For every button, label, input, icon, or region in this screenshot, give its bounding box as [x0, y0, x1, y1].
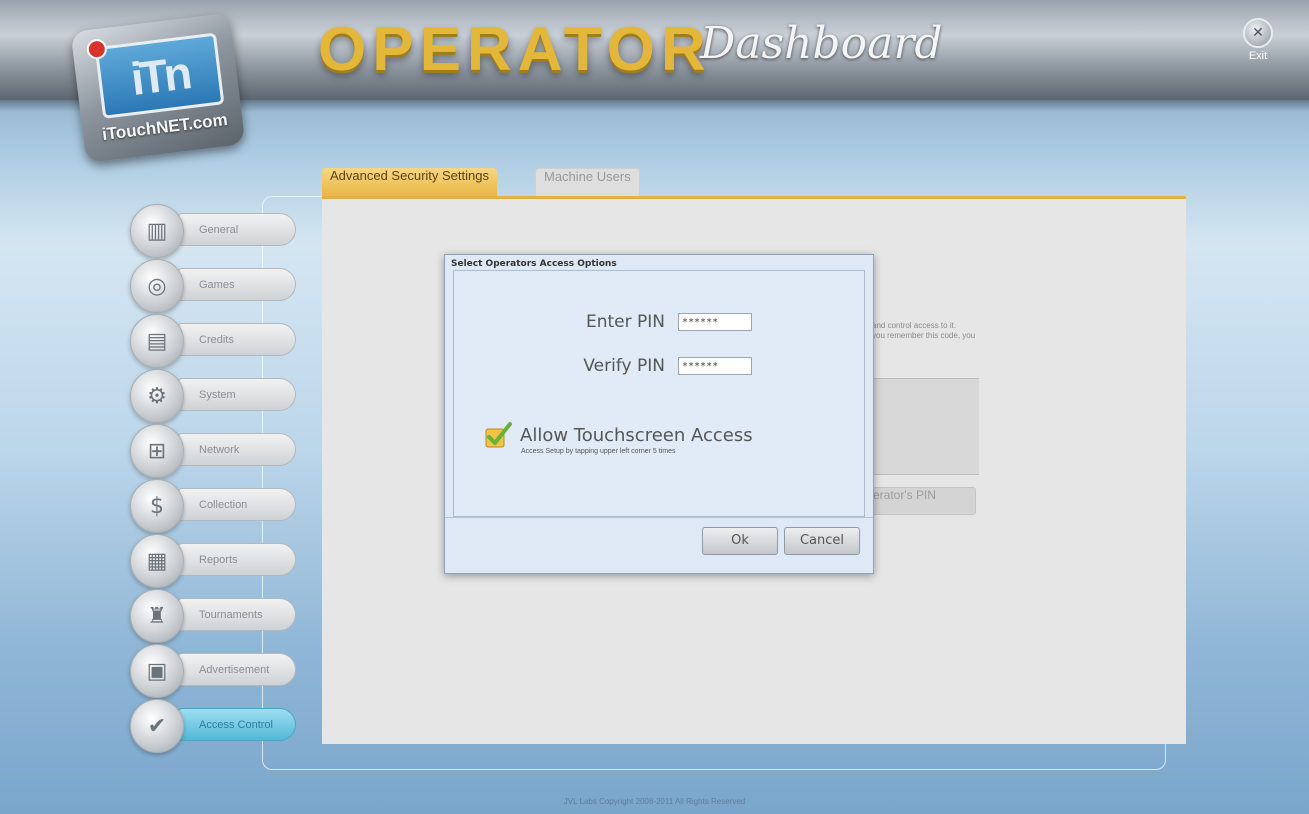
network-icon: ⊞ [130, 424, 184, 478]
dialog-title: Select Operators Access Options [451, 259, 617, 269]
app-title: OPERATOR [318, 15, 712, 84]
trophy-icon: ♜ [130, 589, 184, 643]
tab-machine-users[interactable]: Machine Users [535, 168, 640, 197]
sidebar-item-label: Access Control [178, 708, 296, 741]
exit-label: Exit [1248, 50, 1268, 62]
sidebar-item-general[interactable]: General ▥ [130, 204, 298, 258]
sidebar-item-label: Tournaments [178, 598, 296, 631]
tab-advanced-security-settings[interactable]: Advanced Security Settings [322, 168, 497, 196]
exit-icon[interactable]: ✕ [1243, 18, 1273, 48]
sidebar-item-credits[interactable]: Credits ▤ [130, 314, 298, 368]
sidebar-item-access-control[interactable]: Access Control ✔ [130, 699, 298, 753]
sidebar-item-advertisement[interactable]: Advertisement ▣ [130, 644, 298, 698]
allow-touchscreen-hint: Access Setup by tapping upper left corne… [521, 448, 676, 455]
advertisement-icon: ▣ [130, 644, 184, 698]
background-description-line2: you remember this code, you [872, 331, 976, 340]
dollar-icon: $ [130, 479, 184, 533]
allow-touchscreen-label[interactable]: Allow Touchscreen Access [520, 425, 753, 446]
sidebar-item-label: Network [178, 433, 296, 466]
background-description-line1: and control access to it. [872, 321, 957, 330]
exit-button[interactable]: ✕ Exit [1238, 18, 1278, 62]
sidebar-item-label: System [178, 378, 296, 411]
background-pin-box [868, 378, 979, 475]
sidebar-item-reports[interactable]: Reports ▦ [130, 534, 298, 588]
app-subtitle: Dashboard [700, 18, 943, 69]
sidebar-item-label: Reports [178, 543, 296, 576]
report-icon: ▦ [130, 534, 184, 588]
sidebar-item-label: Credits [178, 323, 296, 356]
access-options-dialog: Select Operators Access Options [444, 254, 874, 574]
verify-pin-input[interactable]: ****** [678, 357, 752, 375]
sidebar-item-network[interactable]: Network ⊞ [130, 424, 298, 478]
dialog-body [453, 270, 865, 517]
sidebar-item-label: Advertisement [178, 653, 296, 686]
enter-pin-input[interactable]: ****** [678, 313, 752, 331]
game-disc-icon: ◎ [130, 259, 184, 313]
credits-icon: ▤ [130, 314, 184, 368]
sidebar-item-label: Games [178, 268, 296, 301]
sidebar-item-collection[interactable]: Collection $ [130, 479, 298, 533]
cancel-button[interactable]: Cancel [784, 527, 860, 555]
sidebar-item-label: Collection [178, 488, 296, 521]
copyright-text: JVL Labs Copyright 2008-2011 All Rights … [563, 797, 746, 806]
verify-pin-label: Verify PIN [583, 356, 665, 376]
itn-logo-mark: iTn [94, 32, 225, 119]
change-operator-pin-button[interactable]: erator's PIN [868, 487, 976, 515]
monitor-gear-icon: ⚙ [130, 369, 184, 423]
book-icon: ▥ [130, 204, 184, 258]
itouchnet-logo: iTn iTouchNET.com [70, 12, 246, 164]
keypad-check-icon: ✔ [130, 699, 184, 753]
sidebar-item-system[interactable]: System ⚙ [130, 369, 298, 423]
allow-touchscreen-checkbox[interactable] [483, 420, 513, 450]
sidebar-item-games[interactable]: Games ◎ [130, 259, 298, 313]
enter-pin-label: Enter PIN [585, 312, 665, 332]
ok-button[interactable]: Ok [702, 527, 778, 555]
sidebar-item-label: General [178, 213, 296, 246]
sidebar-item-tournaments[interactable]: Tournaments ♜ [130, 589, 298, 643]
